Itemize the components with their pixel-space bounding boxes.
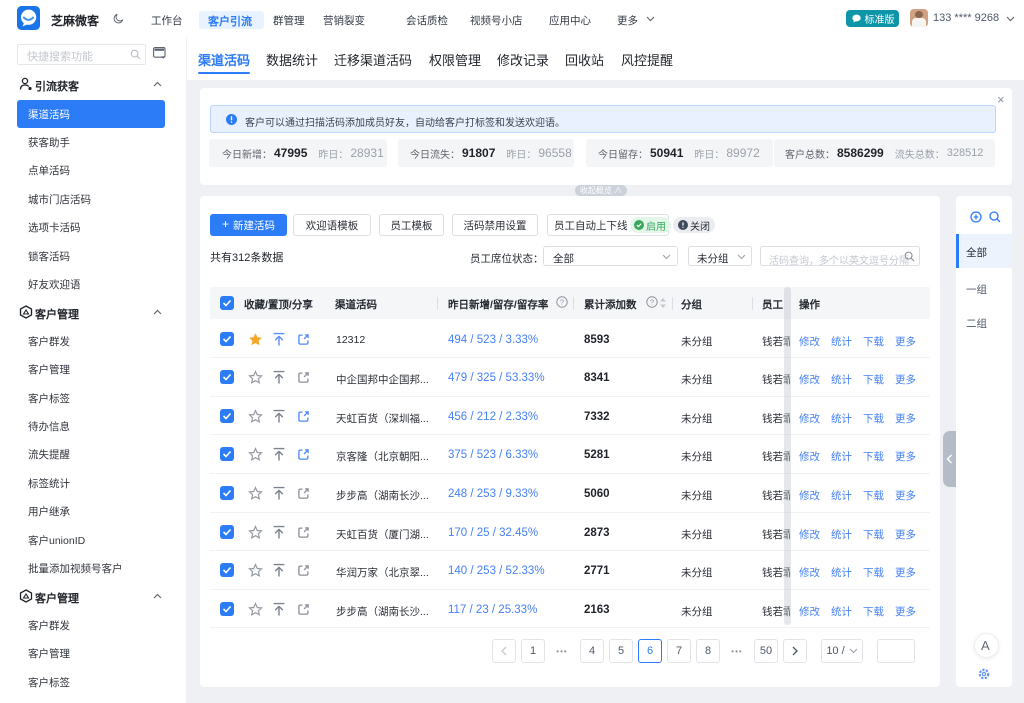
svg-text:?: ? [560,298,564,307]
svg-text:?: ? [650,298,654,307]
